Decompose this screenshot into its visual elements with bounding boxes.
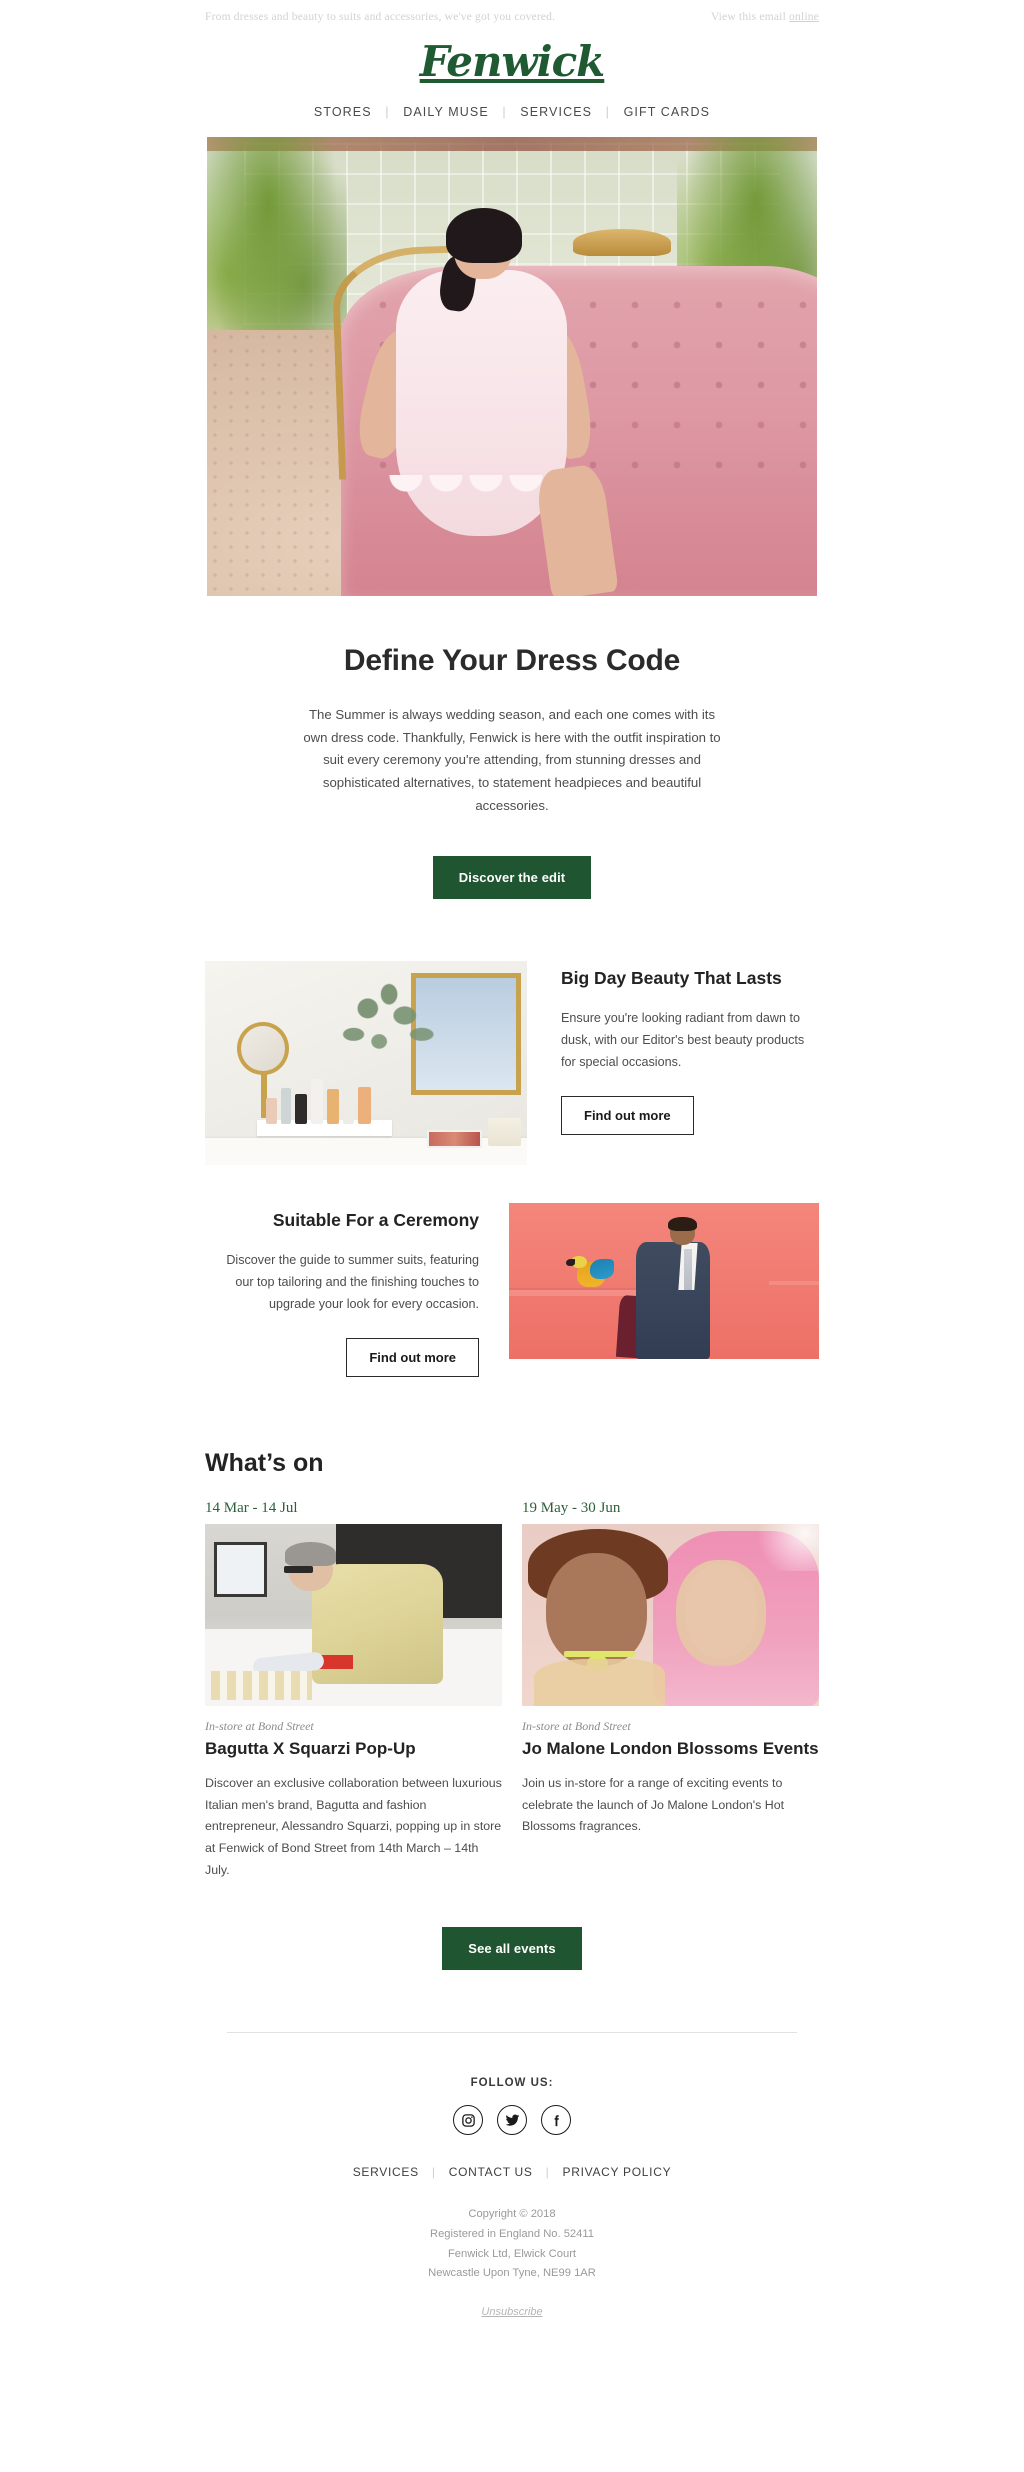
beauty-heading: Big Day Beauty That Lasts — [561, 967, 782, 988]
beauty-cta-row: Find out more — [561, 1095, 819, 1135]
whats-on-heading: What’s on — [205, 1448, 324, 1477]
follow-us-label: FOLLOW US: — [470, 2077, 554, 2090]
suit-body: Discover the guide to summer suits, feat… — [226, 1252, 479, 1312]
footer-separator: | — [431, 2165, 436, 2180]
footer-links: SERVICES | CONTACT US | PRIVACY POLICY — [0, 2165, 1024, 2179]
nav-item-gift-cards[interactable]: GIFT CARDS — [624, 105, 710, 119]
preheader: From dresses and beauty to suits and acc… — [0, 0, 1024, 27]
event-card: 14 Mar - 14 Jul In-store at Bond Street … — [205, 1500, 502, 1882]
sofa-crest — [573, 228, 671, 257]
beauty-body: Ensure you're looking radiant from dawn … — [561, 1010, 805, 1070]
event-title: Jo Malone London Blossoms Events — [522, 1738, 819, 1758]
nav-separator: | — [502, 105, 507, 119]
social-links — [0, 2105, 1024, 2136]
page-title: Define Your Dress Code — [343, 644, 681, 677]
whats-on-section: What’s on 14 Mar - 14 Jul In-store at Bo… — [205, 1377, 819, 1882]
intro-cta-wrap: Discover the edit — [0, 818, 1024, 899]
suit-heading: Suitable For a Ceremony — [272, 1209, 479, 1230]
product-bottles — [263, 1075, 392, 1124]
beauty-image[interactable] — [205, 960, 527, 1165]
fenwick-logo[interactable]: Fenwick — [420, 37, 606, 86]
sheer-top — [533, 1658, 665, 1706]
discover-the-edit-button[interactable]: Discover the edit — [432, 855, 592, 899]
suit-cta-row: Find out more — [205, 1337, 479, 1377]
macaw-wing — [589, 1258, 615, 1279]
model-hair — [446, 208, 523, 264]
beauty-find-out-more-button[interactable]: Find out more — [561, 1095, 694, 1135]
wall-ledge-right — [769, 1280, 819, 1286]
necktie — [684, 1249, 693, 1290]
nav-separator: | — [385, 105, 390, 119]
event-venue: In-store at Bond Street — [522, 1718, 631, 1733]
footer-separator: | — [545, 2165, 550, 2180]
facebook-icon[interactable] — [541, 2105, 571, 2136]
view-online-prefix: View this email — [710, 11, 790, 23]
nav-item-services[interactable]: SERVICES — [520, 105, 592, 119]
nav-separator: | — [605, 105, 611, 119]
event-date: 14 Mar - 14 Jul — [205, 1499, 298, 1516]
footer-link-contact-us[interactable]: CONTACT US — [449, 2165, 533, 2179]
legal-block: Copyright © 2018 Registered in England N… — [0, 2205, 1024, 2283]
lens-glow — [747, 1523, 819, 1572]
nav-item-stores[interactable]: STORES — [314, 105, 372, 119]
suit-model-hair — [668, 1216, 697, 1231]
feature-suit: Suitable For a Ceremony Discover the gui… — [205, 1165, 819, 1377]
unsubscribe-link[interactable]: Unsubscribe — [481, 2306, 542, 2318]
events-list: 14 Mar - 14 Jul In-store at Bond Street … — [205, 1500, 819, 1882]
view-online: View this email online — [711, 11, 819, 23]
instagram-icon[interactable] — [453, 2105, 483, 2136]
candle-icon — [488, 1117, 521, 1147]
view-online-link[interactable]: online — [789, 11, 819, 23]
event-venue: In-store at Bond Street — [205, 1718, 314, 1733]
footer-link-services[interactable]: SERVICES — [353, 2165, 419, 2179]
beauty-copy: Big Day Beauty That Lasts Ensure you're … — [527, 961, 819, 1135]
suit-copy: Suitable For a Ceremony Discover the gui… — [205, 1203, 509, 1377]
feature-beauty: Big Day Beauty That Lasts Ensure you're … — [205, 899, 819, 1165]
main-nav: STORES | DAILY MUSE | SERVICES | GIFT CA… — [0, 89, 1024, 137]
legal-address-1: Fenwick Ltd, Elwick Court — [447, 2247, 577, 2260]
suit-find-out-more-button[interactable]: Find out more — [346, 1337, 479, 1377]
email-page: From dresses and beauty to suits and acc… — [0, 0, 1024, 2358]
unsubscribe-wrap: Unsubscribe — [0, 2306, 1024, 2318]
intro-body: The Summer is always wedding season, and… — [303, 707, 721, 813]
fabric-swatches — [210, 1671, 312, 1701]
beauty-image-cell — [205, 960, 527, 1165]
legal-registration: Registered in England No. 52411 — [430, 2228, 594, 2241]
see-all-events-button[interactable]: See all events — [442, 1927, 582, 1971]
event-body: Discover an exclusive collaboration betw… — [205, 1775, 502, 1877]
footer: FOLLOW US: SERVICES | CONTACT US | PRIVA… — [0, 2033, 1024, 2357]
events-cta-wrap: See all events — [0, 1881, 1024, 1971]
preheader-tagline: From dresses and beauty to suits and acc… — [205, 11, 556, 23]
vanity-mirror — [237, 1021, 289, 1075]
suit-jacket — [636, 1241, 711, 1359]
suit-image-cell — [509, 1202, 819, 1359]
designer-hair — [285, 1542, 336, 1566]
glasses-icon — [283, 1565, 314, 1573]
studio-window — [213, 1542, 268, 1597]
event-date: 19 May - 30 Jun — [522, 1499, 621, 1516]
event-card: 19 May - 30 Jun In-store at Bond Street … — [522, 1500, 819, 1882]
brand-header: Fenwick — [0, 27, 1024, 89]
event-body: Join us in-store for a range of exciting… — [522, 1775, 785, 1834]
twitter-icon[interactable] — [497, 2105, 527, 2136]
event-image[interactable] — [205, 1523, 502, 1706]
event-title: Bagutta X Squarzi Pop-Up — [205, 1738, 416, 1758]
footer-link-privacy-policy[interactable]: PRIVACY POLICY — [563, 2165, 672, 2179]
intro-section: Define Your Dress Code The Summer is alw… — [0, 596, 1024, 818]
event-image[interactable] — [522, 1523, 819, 1706]
model-right-face-inner — [685, 1563, 757, 1659]
legal-copyright: Copyright © 2018 — [468, 2208, 556, 2221]
legal-address-2: Newcastle Upon Tyne, NE99 1AR — [428, 2267, 596, 2280]
makeup-palette — [427, 1129, 482, 1149]
nav-item-daily-muse[interactable]: DAILY MUSE — [403, 105, 489, 119]
model-left-face — [545, 1552, 647, 1666]
suit-image[interactable] — [509, 1202, 819, 1359]
eucalyptus-icon — [311, 972, 453, 1092]
hero-image[interactable] — [207, 137, 817, 596]
